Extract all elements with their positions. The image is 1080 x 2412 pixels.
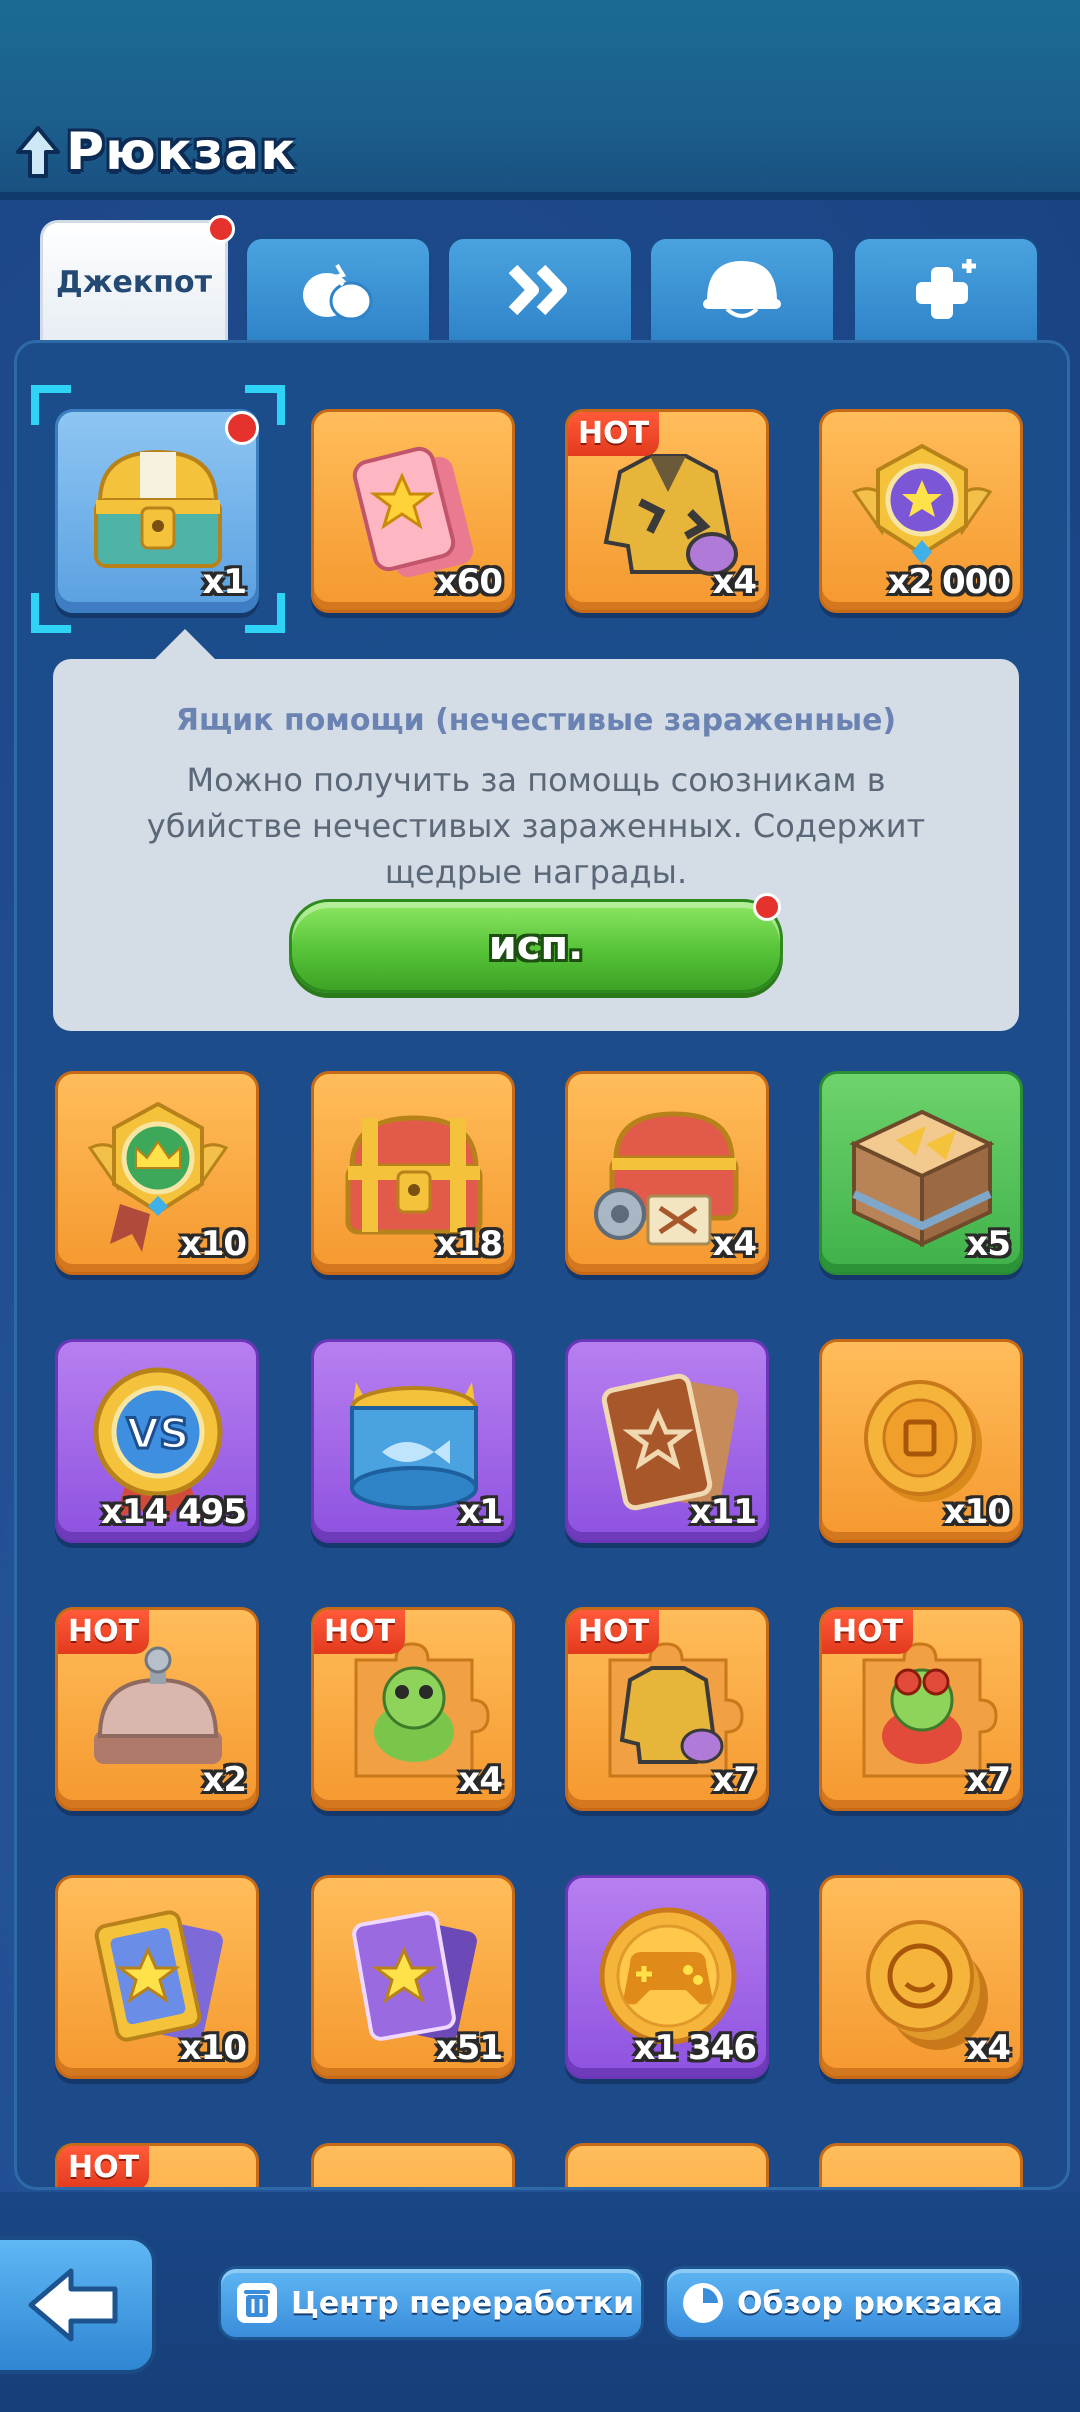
tree-arrow-icon xyxy=(16,126,60,178)
egg-icon xyxy=(303,263,373,320)
item-star-card[interactable]: x11 xyxy=(565,1339,769,1543)
use-button[interactable]: исп. xyxy=(289,899,783,993)
tooltip-description: Можно получить за помощь союзникам в уби… xyxy=(146,761,926,891)
item-star-ticket[interactable]: x60 xyxy=(311,409,515,613)
item-count: x60 xyxy=(435,562,503,602)
item-count: x1 xyxy=(202,562,247,602)
item-service-bell[interactable]: HOT x2 xyxy=(55,1607,259,1811)
item-jacket-puzzle[interactable]: HOT x7 xyxy=(565,1607,769,1811)
item-count: x5 xyxy=(966,1224,1011,1264)
tab-equipment[interactable] xyxy=(648,236,836,340)
item-count: x7 xyxy=(712,1760,757,1800)
item-count: x4 xyxy=(712,562,757,602)
item-partial-3[interactable] xyxy=(565,2143,769,2187)
item-count: x18 xyxy=(435,1224,503,1264)
use-button-label: исп. xyxy=(488,923,584,969)
hot-badge: HOT xyxy=(822,1610,914,1654)
back-arrow-icon xyxy=(28,2268,118,2342)
svg-text:VS: VS xyxy=(127,1409,190,1458)
item-count: x10 xyxy=(179,1224,247,1264)
item-gold-jacket[interactable]: HOT x4 xyxy=(565,409,769,613)
tab-jackpot-label: Джекпот xyxy=(55,265,212,300)
selection-corner xyxy=(31,593,71,633)
item-red-chest[interactable]: x18 xyxy=(311,1071,515,1275)
backpack-overview-button[interactable]: Обзор рюкзака xyxy=(664,2266,1022,2340)
item-frog-glasses-puzzle[interactable]: HOT x7 xyxy=(819,1607,1023,1811)
item-star-medal[interactable]: x2 000 xyxy=(819,409,1023,613)
item-count: x1 346 xyxy=(633,2028,757,2068)
item-count: x2 000 xyxy=(887,562,1011,602)
item-count: x51 xyxy=(435,2028,503,2068)
item-tooltip: Ящик помощи (нечестивые зараженные) Можн… xyxy=(53,629,1019,1031)
item-vs-badge[interactable]: VS x14 495 xyxy=(55,1339,259,1543)
tab-boosts[interactable] xyxy=(446,236,634,340)
item-blue-star-card[interactable]: x10 xyxy=(55,1875,259,2079)
back-button[interactable] xyxy=(0,2236,156,2374)
notification-dot xyxy=(207,215,235,243)
item-partial-1[interactable]: HOT xyxy=(55,2143,259,2187)
tab-eggs[interactable] xyxy=(244,236,432,340)
page-title: Рюкзак xyxy=(16,112,297,192)
item-rescue-chest[interactable]: x1 xyxy=(55,409,259,613)
item-count: x10 xyxy=(179,2028,247,2068)
backpack-overview-label: Обзор рюкзака xyxy=(737,2285,1003,2321)
item-gear-chest[interactable]: x4 xyxy=(565,1071,769,1275)
trash-icon xyxy=(237,2283,277,2323)
item-count: x10 xyxy=(943,1492,1011,1532)
hot-badge: HOT xyxy=(568,1610,660,1654)
page-title-text: Рюкзак xyxy=(66,122,297,182)
item-count: x11 xyxy=(689,1492,757,1532)
item-count: x4 xyxy=(458,1760,503,1800)
item-speed-crate[interactable]: x5 xyxy=(819,1071,1023,1275)
helmet-icon xyxy=(703,260,781,318)
item-count: x1 xyxy=(458,1492,503,1532)
tab-jackpot[interactable]: Джекпот xyxy=(40,215,235,342)
item-partial-2[interactable] xyxy=(311,2143,515,2187)
item-count: x4 xyxy=(966,2028,1011,2068)
selection-corner xyxy=(31,385,71,425)
item-purple-star-card[interactable]: x51 xyxy=(311,1875,515,2079)
item-game-coin[interactable]: x1 346 xyxy=(565,1875,769,2079)
tab-misc[interactable] xyxy=(852,236,1040,340)
plus-sparkle-icon xyxy=(916,258,976,319)
item-count: x14 495 xyxy=(100,1492,247,1532)
notification-dot xyxy=(753,893,781,921)
hot-badge: HOT xyxy=(58,2146,150,2187)
double-chevron-icon xyxy=(508,264,567,315)
item-fish-can[interactable]: x1 xyxy=(311,1339,515,1543)
item-frog-puzzle[interactable]: HOT x4 xyxy=(311,1607,515,1811)
item-count: x7 xyxy=(966,1760,1011,1800)
item-gold-coin[interactable]: x10 xyxy=(819,1339,1023,1543)
recycle-center-label: Центр переработки xyxy=(291,2285,635,2321)
selection-corner xyxy=(245,593,285,633)
recycle-center-button[interactable]: Центр переработки xyxy=(218,2266,644,2340)
item-crown-medal[interactable]: x10 xyxy=(55,1071,259,1275)
inventory-panel: x1 x60 HOT x4 x2 000 Ящик помощи (нечест… xyxy=(14,340,1070,2190)
tooltip-title: Ящик помощи (нечестивые зараженные) xyxy=(175,703,897,738)
item-face-coin[interactable]: x4 xyxy=(819,1875,1023,2079)
item-partial-4[interactable] xyxy=(819,2143,1023,2187)
item-count: x4 xyxy=(712,1224,757,1264)
hot-badge: HOT xyxy=(568,412,660,456)
hot-badge: HOT xyxy=(314,1610,406,1654)
selection-corner xyxy=(245,385,285,425)
item-count: x2 xyxy=(202,1760,247,1800)
hot-badge: HOT xyxy=(58,1610,150,1654)
pie-chart-icon xyxy=(683,2283,723,2323)
